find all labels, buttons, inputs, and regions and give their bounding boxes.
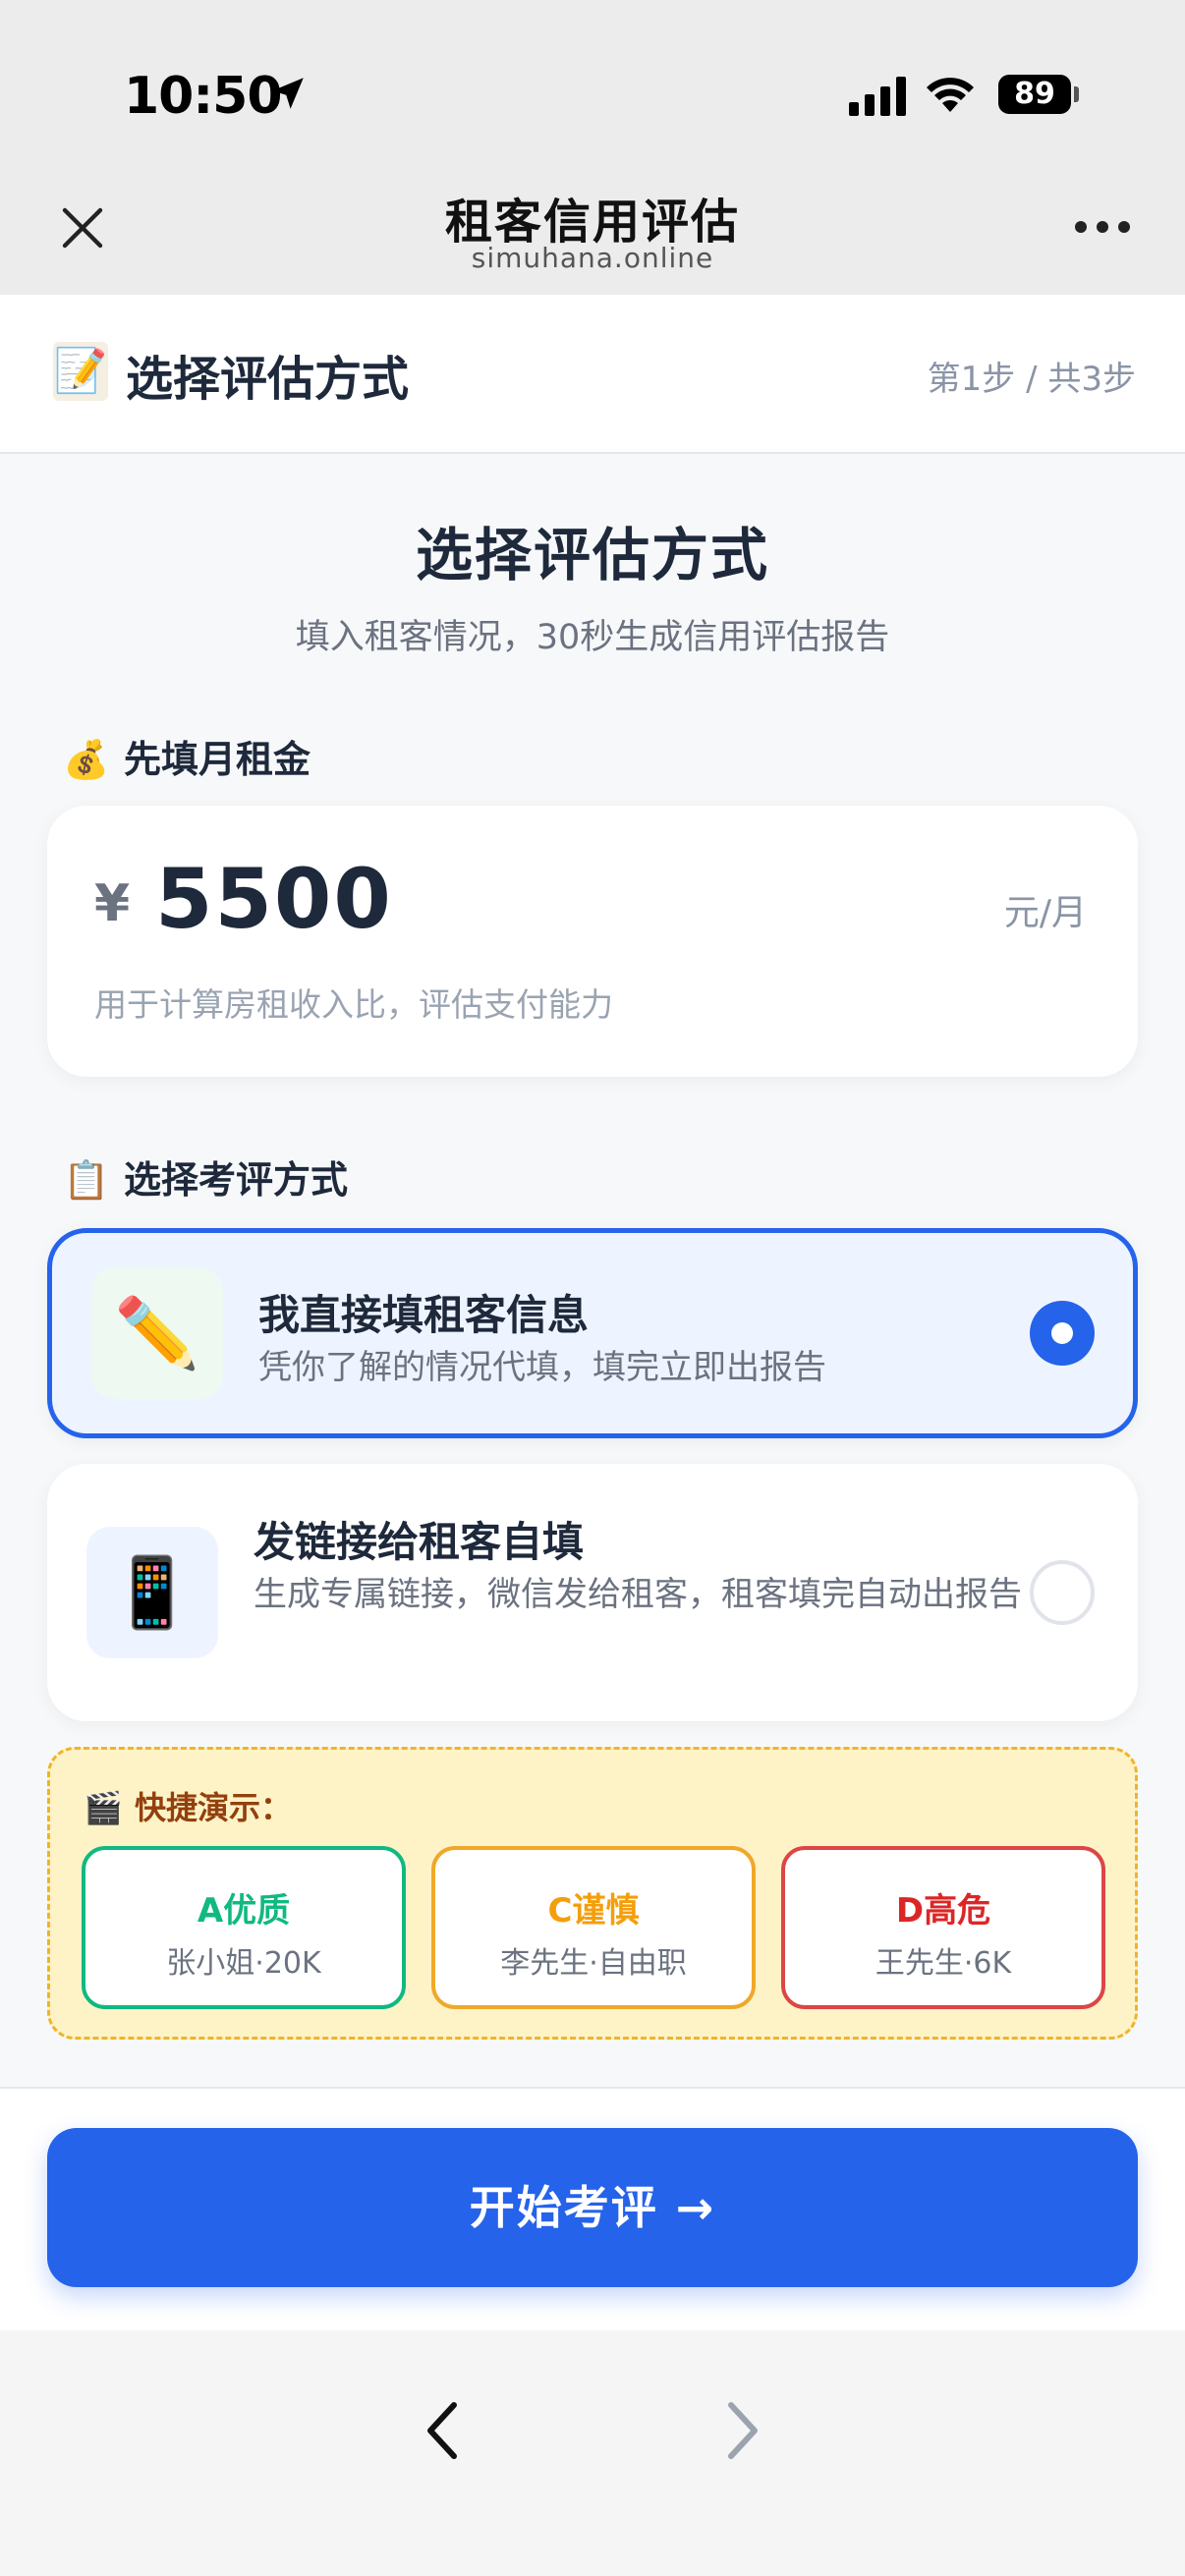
rent-input-card[interactable]: ¥ 5500 元/月 用于计算房租收入比，评估支付能力: [47, 806, 1138, 1077]
option-send-link[interactable]: 📱 发链接给租客自填 生成专属链接，微信发给租客，租客填完自动出报告: [47, 1464, 1138, 1721]
option-desc: 凭你了解的情况代填，填完立即出报告: [258, 1348, 826, 1387]
rent-label-text: 先填月租金: [124, 738, 311, 781]
rent-hint: 用于计算房租收入比，评估支付能力: [94, 985, 613, 1024]
page-title: 选择评估方式: [126, 352, 410, 407]
demo-name: 王先生·6K: [875, 1946, 1012, 1981]
demo-c-button[interactable]: C谨慎 李先生·自由职: [431, 1846, 756, 2009]
demo-label: 快捷演示：: [135, 1789, 293, 1826]
demo-a-button[interactable]: A优质 张小姐·20K: [82, 1846, 406, 2009]
cellular-signal-icon: [849, 77, 906, 116]
radio-selected[interactable]: [1030, 1301, 1095, 1366]
forward-chevron-icon[interactable]: [723, 2399, 762, 2462]
wifi-icon: [927, 78, 974, 112]
bottom-action-bar: 开始考评 →: [0, 2087, 1185, 2330]
currency-symbol: ¥: [94, 874, 131, 933]
demo-name: 李先生·自由职: [500, 1946, 687, 1981]
clipboard-icon: 📋: [63, 1158, 110, 1202]
location-arrow-icon: [272, 78, 304, 109]
back-chevron-icon[interactable]: [423, 2399, 462, 2462]
browser-nav-bar: [0, 2330, 1185, 2576]
option-fill-directly[interactable]: ✏️ 我直接填租客信息 凭你了解的情况代填，填完立即出报告: [47, 1228, 1138, 1438]
page-header: 📝 选择评估方式 第1步 / 共3步: [0, 295, 1185, 454]
hero-subtitle: 填入租客情况，30秒生成信用评估报告: [295, 618, 890, 657]
option-desc: 生成专属链接，微信发给租客，租客填完自动出报告: [254, 1575, 1022, 1614]
demo-grade: A优质: [197, 1891, 291, 1931]
demo-grade: C谨慎: [547, 1891, 640, 1931]
option-title: 我直接填租客信息: [258, 1291, 590, 1339]
browser-chrome: 10:50 89 租客信用评估 simuhana.online: [0, 0, 1185, 295]
start-evaluation-button[interactable]: 开始考评 →: [47, 2128, 1138, 2287]
quick-demo-box: 🎬 快捷演示： A优质 张小姐·20K C谨慎 李先生·自由职 D高危 王先生·6…: [47, 1747, 1138, 2040]
method-section-label: 📋 选择考评方式: [63, 1149, 348, 1204]
demo-title: 🎬 快捷演示：: [84, 1783, 292, 1828]
more-options-icon[interactable]: [1073, 216, 1132, 238]
demo-name: 张小姐·20K: [166, 1946, 321, 1981]
option-title: 发链接给租客自填: [254, 1518, 585, 1566]
method-label-text: 选择考评方式: [124, 1158, 349, 1202]
money-bag-icon: 💰: [63, 738, 110, 781]
rent-unit: 元/月: [1003, 893, 1087, 933]
clapper-icon: 🎬: [84, 1789, 123, 1826]
demo-grade: D高危: [895, 1891, 991, 1931]
memo-icon: 📝: [53, 342, 108, 401]
browser-url: simuhana.online: [471, 242, 714, 274]
mobile-phone-icon: 📱: [86, 1527, 218, 1658]
step-indicator: 第1步 / 共3步: [927, 360, 1136, 399]
rent-section-label: 💰 先填月租金: [63, 729, 310, 783]
demo-d-button[interactable]: D高危 王先生·6K: [781, 1846, 1105, 2009]
hero-title: 选择评估方式: [415, 522, 769, 588]
radio-unselected[interactable]: [1030, 1560, 1095, 1625]
status-time: 10:50: [124, 67, 283, 126]
battery-icon: 89: [998, 75, 1071, 114]
pencil-icon: ✏️: [91, 1267, 223, 1399]
rent-input[interactable]: 5500: [155, 851, 393, 947]
battery-tip: [1074, 86, 1079, 102]
